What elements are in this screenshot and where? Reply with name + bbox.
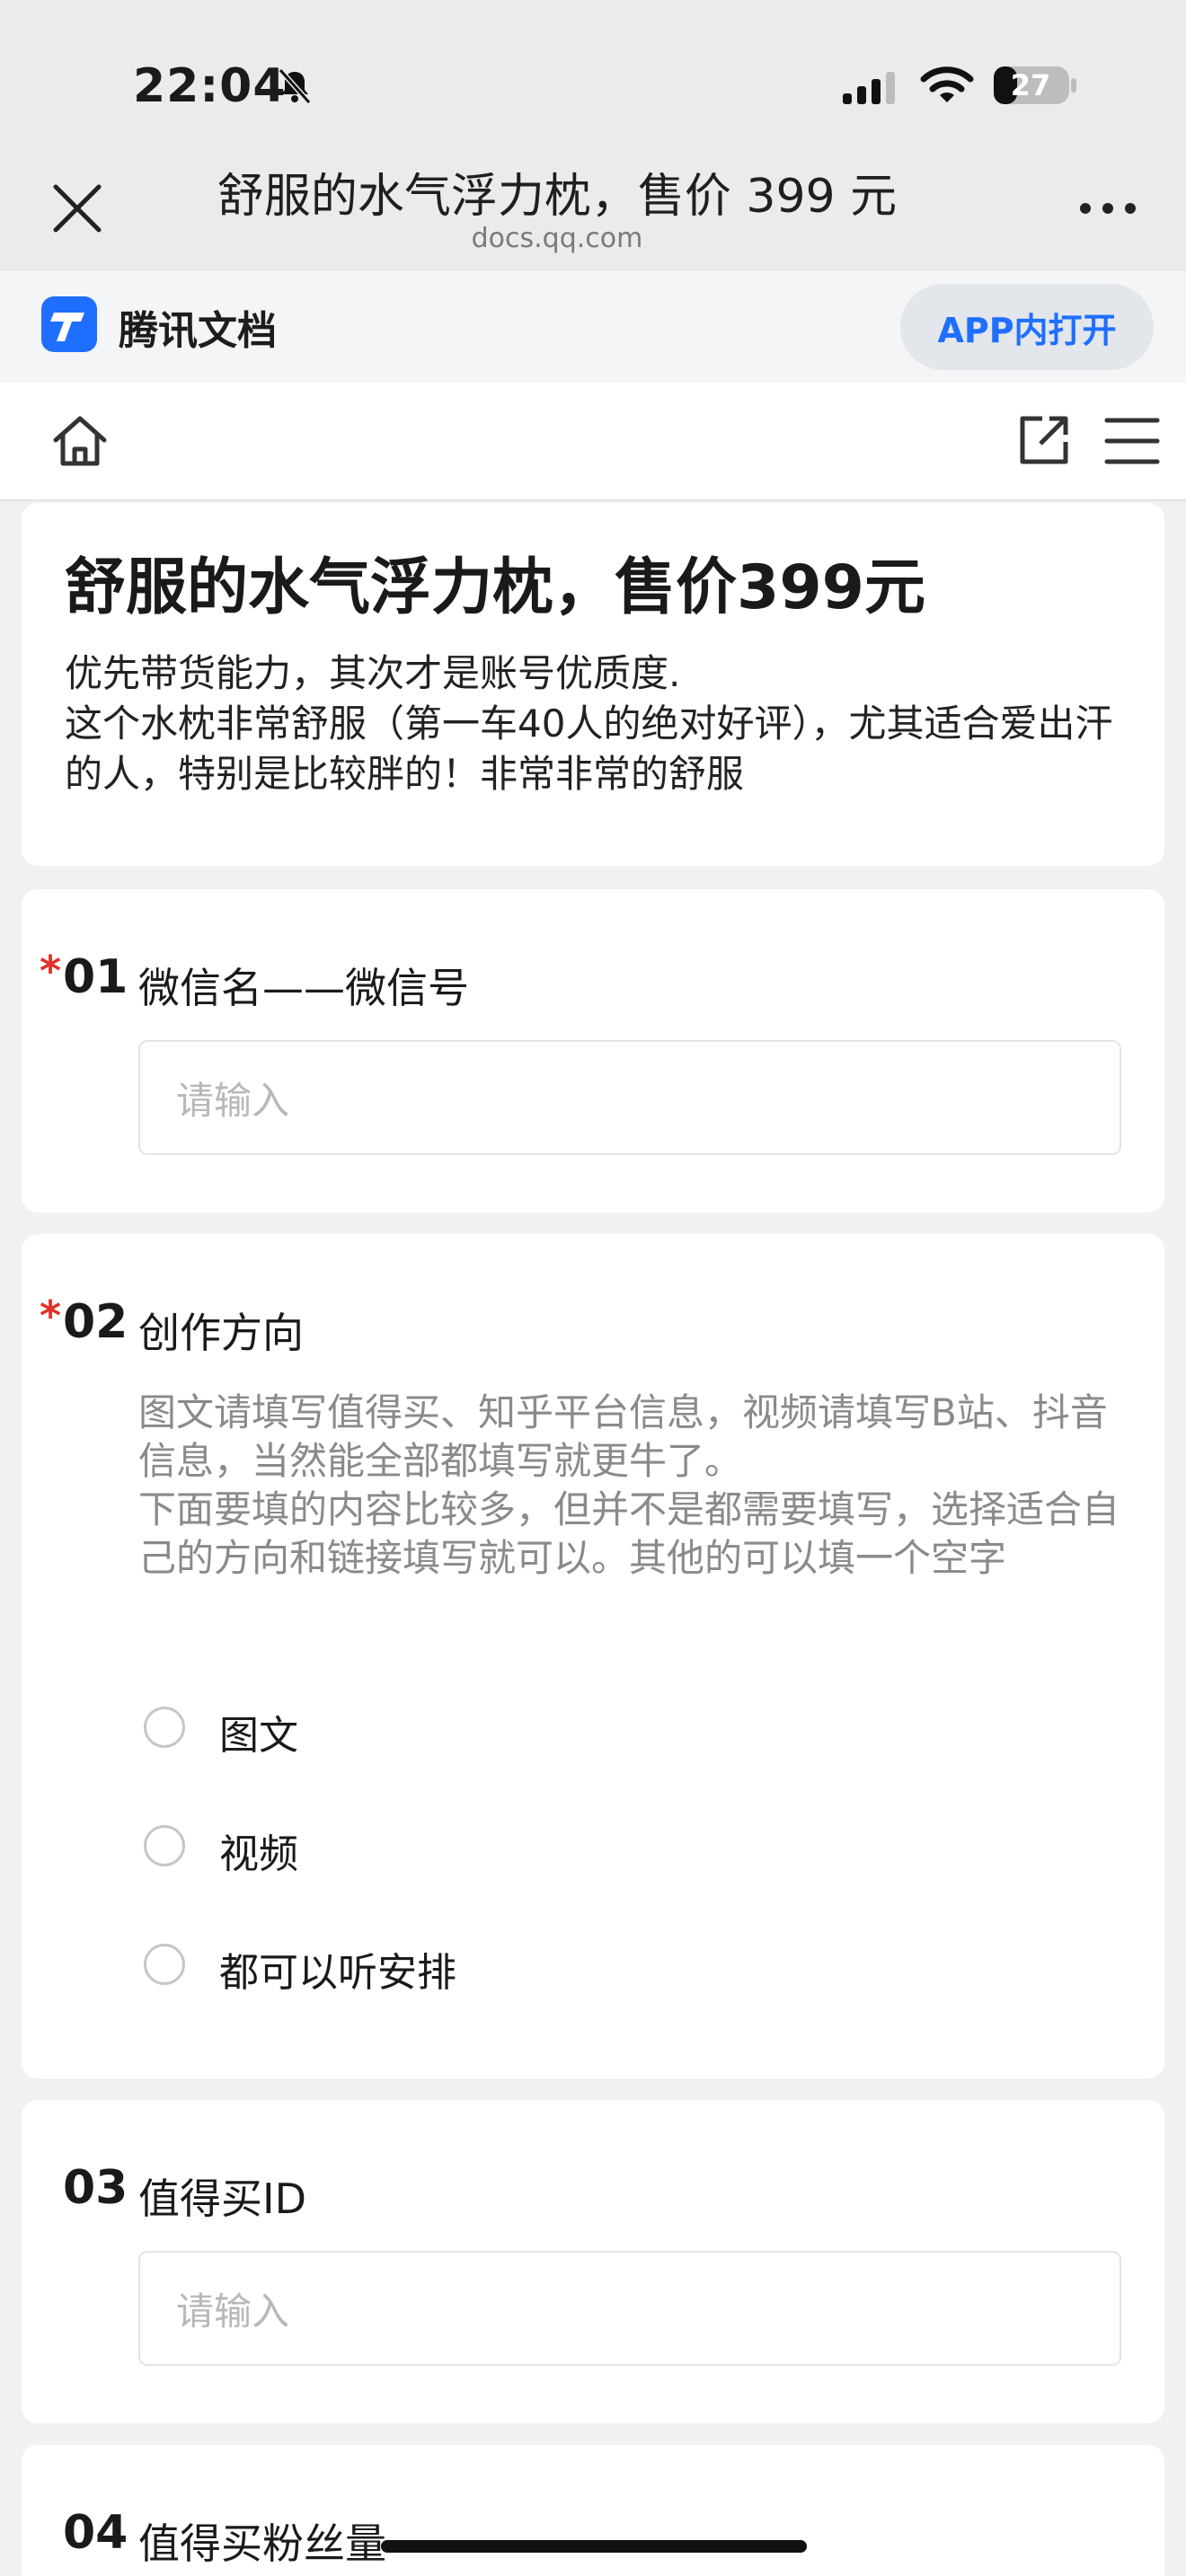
wifi-icon [920,66,974,102]
status-time: 22:04 [133,59,287,113]
option-label: 图文 [219,1713,298,1759]
question-label: 微信名——微信号 [138,964,469,1012]
question-number: 01 [63,950,128,1004]
question-label: 值得买粉丝量 [138,2519,386,2568]
wechat-input[interactable]: 请输入 [138,1040,1121,1155]
required-mark: * [40,947,62,995]
required-mark: * [40,1292,62,1340]
radio-option-video[interactable] [144,1825,185,1866]
battery-level: 27 [1010,68,1051,102]
page-title: 舒服的水气浮力枕，售价 399 元 [217,170,898,224]
question-label: 值得买ID [138,2175,306,2223]
radio-option-image-text[interactable] [144,1707,185,1748]
more-icon[interactable] [1076,199,1139,217]
mute-bell-icon [278,68,312,104]
page-url: docs.qq.com [471,223,643,254]
zhidemai-id-input[interactable]: 请输入 [138,2251,1121,2366]
question-number: 04 [63,2506,128,2560]
option-label: 视频 [219,1831,298,1877]
doc-toolbar [0,383,1186,501]
share-external-icon[interactable] [1015,411,1073,469]
home-icon[interactable] [49,410,111,472]
question-card [22,1234,1164,2078]
tencent-docs-logo-icon [41,296,97,352]
home-indicator[interactable] [381,2540,807,2553]
radio-option-any[interactable] [144,1944,185,1985]
form-description: 优先带货能力，其次才是账号优质度. 这个水枕非常舒服（第一车40人的绝对好评），… [65,651,1113,796]
question-hint: 图文请填写值得买、知乎平台信息，视频请填写B站、抖音信息，当然能全部都填写就更牛… [138,1390,1120,1580]
cellular-signal-icon [843,72,895,104]
open-in-app-button[interactable]: APP内打开 [900,284,1154,370]
brand-name: 腾讯文档 [119,308,277,354]
question-label: 创作方向 [138,1309,304,1357]
form-title: 舒服的水气浮力枕，售价399元 [65,552,925,623]
battery-icon: 27 [992,63,1078,108]
question-number: 03 [63,2161,128,2215]
menu-icon[interactable] [1103,415,1161,467]
close-icon[interactable] [50,181,104,235]
option-label: 都可以听安排 [219,1950,456,1996]
question-number: 02 [63,1295,128,1349]
